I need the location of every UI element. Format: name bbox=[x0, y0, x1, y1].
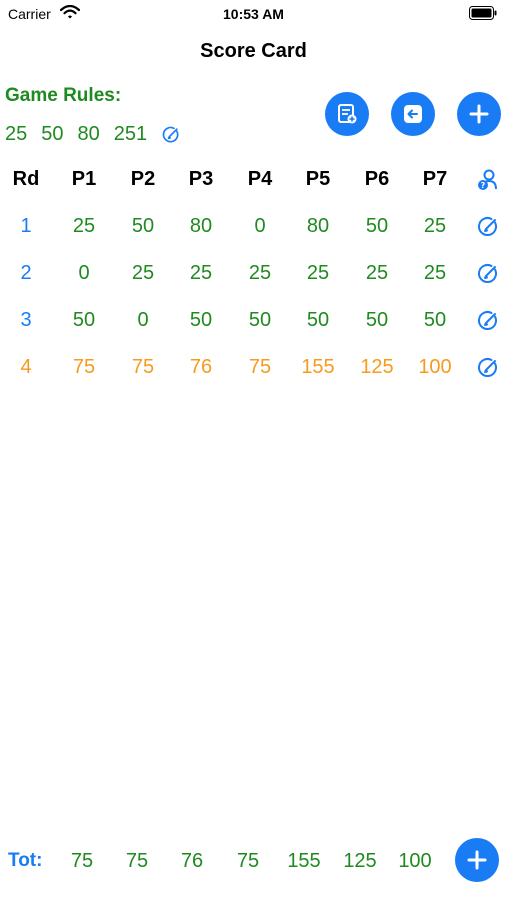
edit-round-icon[interactable] bbox=[476, 262, 500, 286]
header-player: P7 bbox=[422, 168, 448, 190]
total-cell: 76 bbox=[180, 850, 204, 872]
score-cell: 76 bbox=[189, 356, 213, 378]
score-cell: 0 bbox=[137, 309, 149, 331]
round-number: 2 bbox=[20, 262, 32, 284]
table-row: 3 50 0 50 50 50 50 50 bbox=[0, 301, 507, 348]
round-number: 4 bbox=[20, 356, 32, 378]
add-round-button[interactable] bbox=[457, 92, 501, 136]
notes-add-icon bbox=[338, 104, 357, 124]
rule-value: 251 bbox=[113, 123, 148, 145]
score-cell: 25 bbox=[189, 262, 213, 284]
score-cell: 75 bbox=[248, 356, 272, 378]
battery-icon bbox=[469, 6, 497, 20]
arrow-left-icon bbox=[404, 105, 422, 123]
score-cell: 50 bbox=[72, 309, 96, 331]
score-cell: 25 bbox=[423, 262, 447, 284]
score-cell: 0 bbox=[78, 262, 90, 284]
score-cell: 25 bbox=[365, 262, 389, 284]
totals-label: Tot: bbox=[8, 850, 43, 871]
score-cell: 25 bbox=[72, 215, 96, 237]
score-cell: 100 bbox=[418, 356, 452, 378]
total-cell: 75 bbox=[236, 850, 260, 872]
add-notes-button[interactable] bbox=[325, 92, 369, 136]
score-cell: 50 bbox=[131, 215, 155, 237]
header-player: P5 bbox=[305, 168, 331, 190]
score-cell: 125 bbox=[360, 356, 394, 378]
score-cell: 75 bbox=[72, 356, 96, 378]
svg-text:?: ? bbox=[481, 181, 486, 190]
score-cell: 50 bbox=[248, 309, 272, 331]
round-number: 3 bbox=[20, 309, 32, 331]
score-cell: 25 bbox=[131, 262, 155, 284]
header-player: P2 bbox=[130, 168, 156, 190]
score-cell: 50 bbox=[189, 309, 213, 331]
rule-value: 80 bbox=[77, 123, 100, 145]
page-title: Score Card bbox=[200, 40, 307, 62]
score-cell: 25 bbox=[248, 262, 272, 284]
score-cell: 50 bbox=[365, 215, 389, 237]
score-cell: 50 bbox=[365, 309, 389, 331]
game-rules-label: Game Rules: bbox=[5, 85, 122, 106]
edit-round-icon[interactable] bbox=[476, 309, 500, 333]
header-player: P4 bbox=[247, 168, 273, 190]
table-row: 1 25 50 80 0 80 50 25 bbox=[0, 207, 507, 254]
game-rules-values: 25 50 80 251 bbox=[5, 123, 181, 146]
edit-rules-icon[interactable] bbox=[161, 125, 181, 145]
plus-icon bbox=[467, 850, 487, 870]
score-cell: 50 bbox=[423, 309, 447, 331]
table-row-current: 4 75 75 76 75 155 125 100 bbox=[0, 348, 507, 395]
header-player: P6 bbox=[364, 168, 390, 190]
add-player-button[interactable] bbox=[455, 838, 499, 882]
status-time: 10:53 AM bbox=[223, 6, 284, 22]
edit-round-icon[interactable] bbox=[476, 356, 500, 380]
score-cell: 80 bbox=[189, 215, 213, 237]
rule-value: 25 bbox=[5, 123, 28, 145]
total-cell: 100 bbox=[398, 850, 432, 872]
total-cell: 155 bbox=[287, 850, 321, 872]
totals-row: Tot: 75 75 76 75 155 125 100 bbox=[0, 848, 507, 878]
total-cell: 125 bbox=[343, 850, 377, 872]
round-number: 1 bbox=[20, 215, 32, 237]
rule-value: 50 bbox=[41, 123, 64, 145]
back-button[interactable] bbox=[391, 92, 435, 136]
header-player: P3 bbox=[188, 168, 214, 190]
status-bar: Carrier 10:53 AM bbox=[0, 0, 507, 30]
table-row: 2 0 25 25 25 25 25 25 bbox=[0, 254, 507, 301]
total-cell: 75 bbox=[125, 850, 149, 872]
score-cell: 155 bbox=[301, 356, 335, 378]
score-table: Rd P1 P2 P3 P4 P5 P6 P7 ? 1 25 50 80 0 8… bbox=[0, 160, 507, 395]
player-help-icon[interactable]: ? bbox=[476, 168, 500, 192]
plus-icon bbox=[469, 104, 489, 124]
score-cell: 50 bbox=[306, 309, 330, 331]
table-header-row: Rd P1 P2 P3 P4 P5 P6 P7 ? bbox=[0, 160, 507, 207]
score-cell: 25 bbox=[423, 215, 447, 237]
score-cell: 0 bbox=[254, 215, 266, 237]
score-cell: 75 bbox=[131, 356, 155, 378]
score-cell: 80 bbox=[306, 215, 330, 237]
score-cell: 25 bbox=[306, 262, 330, 284]
header-round: Rd bbox=[12, 168, 40, 190]
header-player: P1 bbox=[71, 168, 97, 190]
edit-round-icon[interactable] bbox=[476, 215, 500, 239]
total-cell: 75 bbox=[70, 850, 94, 872]
